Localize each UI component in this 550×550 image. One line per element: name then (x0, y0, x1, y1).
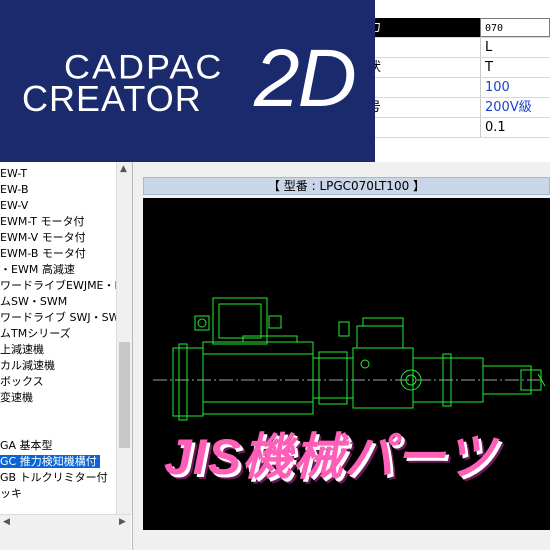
jis-parts-title: JIS機械パーツ (164, 429, 497, 485)
property-value[interactable]: 100 (480, 78, 550, 97)
tree-item[interactable]: EWM-B モータ付 (0, 246, 116, 262)
gear-housing (352, 347, 414, 409)
tree-item[interactable]: EW-B (0, 182, 116, 198)
scroll-right-arrow-icon[interactable]: ▶ (119, 515, 126, 530)
tree-item[interactable]: GC 推力検知機構付 (0, 454, 116, 470)
tree-item-label: ムTMシリーズ (0, 327, 71, 340)
tree-item[interactable]: EW-V (0, 198, 116, 214)
drawing-footer (143, 530, 550, 550)
tree-item[interactable] (0, 406, 116, 422)
motor-flange (172, 347, 204, 417)
tree-item-label: EWM-B モータ付 (0, 247, 86, 260)
tree-item-label: ボックス (0, 375, 44, 388)
tree-item[interactable]: ワードライブEWJME・EWI (0, 278, 116, 294)
property-value[interactable]: 200V級 (480, 98, 550, 117)
tree-item[interactable]: ボックス (0, 374, 116, 390)
model-caption: 【 型番 : LPGC070LT100 】 (143, 177, 550, 195)
tree-item[interactable]: カル減速機 (0, 358, 116, 374)
property-value[interactable]: L (480, 38, 550, 57)
tree-item-label: EW-T (0, 167, 28, 180)
tree-item[interactable]: ・EWM 高減速 (0, 262, 116, 278)
tree-item[interactable]: 上減速機 (0, 342, 116, 358)
tree-item-label: カル減速機 (0, 359, 55, 372)
tree-item[interactable]: GB トルクリミター付 (0, 470, 116, 486)
property-value[interactable]: T (480, 58, 550, 77)
tree-item-label: ムSW・SWM (0, 295, 68, 308)
logo-line-2: CREATOR (22, 78, 202, 119)
tree-item-label: EW-B (0, 183, 29, 196)
tree-item-label: ワードライブEWJME・EWI (0, 279, 116, 292)
property-value[interactable]: 0.1 (480, 118, 550, 137)
tree-footer (0, 529, 131, 550)
tree-item-label: ッキ (0, 487, 22, 500)
tree-item[interactable]: ッキ (0, 486, 116, 502)
tree-vertical-scrollbar[interactable]: ▲ (116, 162, 132, 514)
tree-item[interactable]: EW-T (0, 166, 116, 182)
tree-item[interactable]: EWM-V モータ付 (0, 230, 116, 246)
tree-item[interactable]: ワードライブ SWJ・SWJM (0, 310, 116, 326)
tree-item[interactable]: 変速機 (0, 390, 116, 406)
tree-item-label: ワードライブ SWJ・SWJM (0, 311, 116, 324)
tree-item-label: EWM-T モータ付 (0, 215, 85, 228)
tree-item[interactable]: EWM-T モータ付 (0, 214, 116, 230)
tree-item-label: GC 推力検知機構付 (0, 455, 100, 468)
tree-item[interactable]: ムTMシリーズ (0, 326, 116, 342)
tree-item-label: 上減速機 (0, 343, 44, 356)
logo-2d-mark: 2D (254, 33, 357, 124)
tree-item[interactable]: GA 基本型 (0, 438, 116, 454)
tree-item-label: EWM-V モータ付 (0, 231, 86, 244)
tree-item[interactable] (0, 422, 116, 438)
motor-body (202, 341, 314, 415)
tree-item-label: 変速機 (0, 391, 33, 404)
tree-item-label: GA 基本型 (0, 439, 53, 452)
scroll-left-arrow-icon[interactable]: ◀ (3, 515, 10, 530)
jis-parts-banner: JIS機械パーツ (150, 425, 540, 495)
tree-item-label: GB トルクリミター付 (0, 471, 108, 484)
tree-item-label: ・EWM 高減速 (0, 263, 75, 276)
terminal-box (212, 297, 268, 345)
tree-horizontal-scrollbar[interactable]: ◀ ▶ (0, 514, 131, 530)
tree-item-label: EW-V (0, 199, 29, 212)
parts-tree: EW-T EW-B EW-V EWM-T モータ付 EWM-V モータ付 EWM-B モー… (0, 166, 116, 502)
scroll-up-arrow-icon[interactable]: ▲ (120, 162, 127, 177)
property-value-input[interactable]: 070 (480, 18, 550, 37)
parts-tree-panel: EW-T EW-B EW-V EWM-T モータ付 EWM-V モータ付 EWM-B モー… (0, 162, 133, 550)
tree-scroll-thumb[interactable] (119, 342, 130, 448)
product-logo: CADPAC CREATOR 2D (0, 0, 375, 162)
tree-item[interactable]: ムSW・SWM (0, 294, 116, 310)
